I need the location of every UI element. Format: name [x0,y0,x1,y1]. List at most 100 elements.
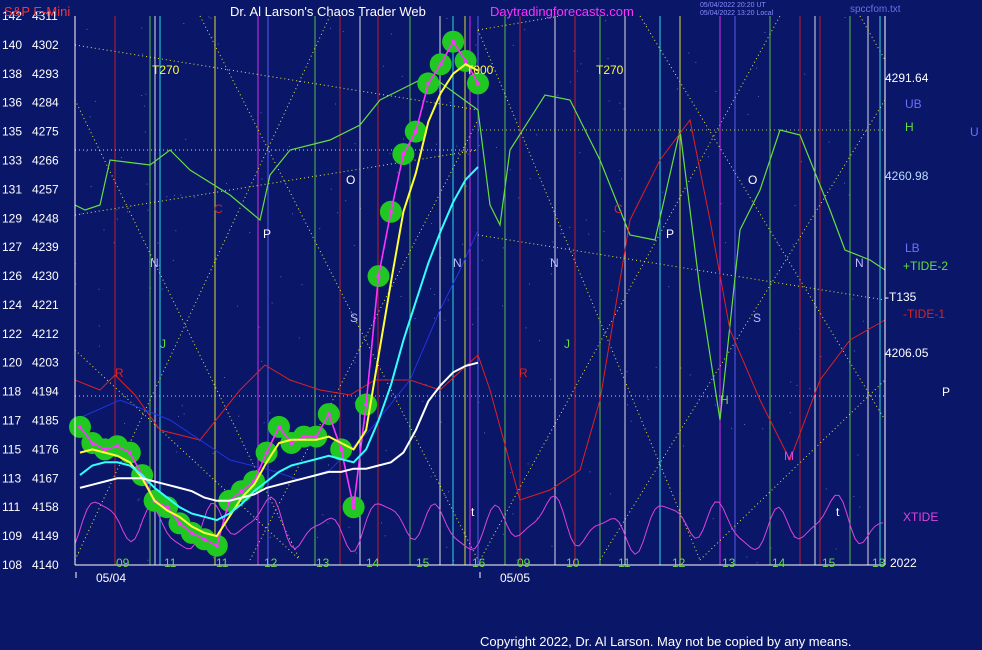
star-dot [327,522,329,524]
tide-curve-red [74,118,886,501]
star-dot [138,498,140,500]
date-label: 05/04 [96,571,126,585]
star-dot [271,302,273,304]
star-dot [147,209,149,211]
price-point [351,505,356,510]
star-dot [451,154,453,155]
star-dot [322,514,324,516]
annotation-label: J [564,337,570,351]
star-dot [390,33,392,35]
star-dot [292,213,293,215]
annotation-label: T000 [466,63,494,77]
star-dot [524,29,526,31]
star-dot [647,399,649,400]
chart-annotations: T270 T000 T270 N N N N P P O O S S C C J J R R H Mt t [115,63,864,519]
annotation-label: t [836,505,840,519]
star-dot [512,44,514,46]
date-label: 05/05 [500,571,530,585]
annotation-label: H [720,393,729,407]
star-dot [194,196,196,198]
star-dot [144,131,146,133]
annotation-label: R [115,366,124,380]
star-field [75,16,864,566]
right-label-upper_value: 4291.64 [885,71,929,85]
star-dot [183,23,185,24]
year-label: 2022 [890,556,917,570]
annotation-label: C [214,202,223,216]
annotation-label: N [550,256,559,270]
price-point [339,447,344,452]
annotation-label: t [471,505,475,519]
annotation-label: S [350,311,358,325]
star-dot [298,209,300,211]
star-dot [210,17,212,19]
star-dot [354,362,356,364]
star-dot [98,345,100,347]
star-dot [319,228,321,230]
chart-area: T270 T000 T270 N N N N P P O O S S C C J J R R H Mt t 108 4140… [2,9,979,585]
annotation-label: M [784,449,794,463]
right-label-u: U [970,125,979,139]
star-dot [113,242,115,244]
star-dot [385,450,387,452]
time-lines [114,16,881,565]
star-dot [619,102,621,104]
star-dot [573,50,575,52]
price-point [202,537,207,542]
forecast-line [639,15,886,421]
x-tick-label: 13 [872,556,886,570]
annotation-label: P [263,227,271,241]
y-tick-label-left: 129 [2,211,22,225]
star-dot [859,506,861,508]
price-point [413,129,418,134]
star-dot [466,185,468,187]
y-tick-label-right: 4221 [32,298,59,312]
tide-curve-green [74,74,886,421]
star-dot [400,296,402,297]
star-dot [550,378,551,380]
x-tick-label: 10 [566,556,580,570]
star-dot [630,420,632,422]
y-tick-label-left: 126 [2,269,22,283]
y-tick-label-right: 4239 [32,240,59,254]
star-dot [422,400,424,402]
y-tick-label-right: 4293 [32,67,59,81]
star-dot [337,212,339,214]
star-dot [843,182,845,184]
star-dot [447,299,449,301]
star-dot [263,422,265,424]
site-link[interactable]: Daytradingforecasts.com [490,4,634,19]
star-dot [536,134,538,136]
star-dot [525,327,527,329]
star-dot [121,157,122,158]
annotation-label: O [346,173,355,187]
star-dot [78,553,79,555]
star-dot [126,211,128,213]
star-dot [208,16,210,18]
star-dot [609,493,611,495]
annotation-label: C [614,202,623,216]
star-dot [397,171,399,173]
x-tick-label: 14 [772,556,786,570]
price-point [438,62,443,67]
y-tick-label-left: 133 [2,153,22,167]
star-dot [623,108,625,110]
star-dot [481,259,483,261]
star-dot [116,218,118,220]
star-dot [689,374,691,376]
star-dot [161,288,163,290]
price-point [127,450,132,455]
star-dot [456,145,458,147]
star-dot [756,67,758,69]
price-point [214,543,219,548]
star-dot [142,53,144,55]
star-dot [90,186,92,188]
star-dot [646,396,648,398]
star-dot [434,294,435,295]
y-tick-label-left: 122 [2,327,22,341]
right-label-h: H [905,120,914,134]
star-dot [172,259,174,261]
price-point [277,424,281,429]
star-dot [573,252,575,254]
star-dot [747,113,749,115]
